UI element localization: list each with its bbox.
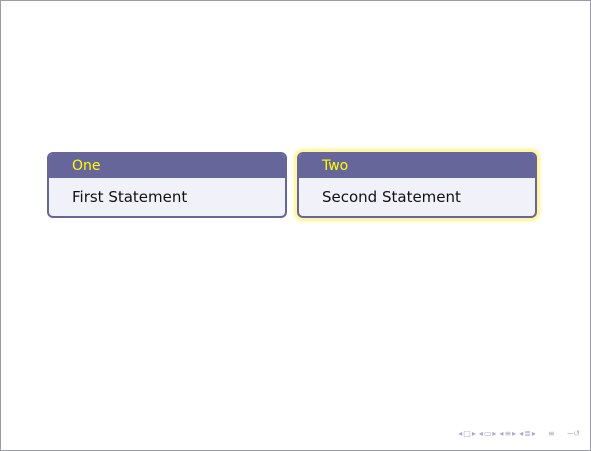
prev-arrow-icon[interactable]: ◂ bbox=[479, 429, 483, 438]
block-body: Second Statement bbox=[322, 188, 461, 206]
next-arrow-icon[interactable]: ▸ bbox=[512, 429, 516, 438]
slide-nav-group[interactable]: ◂ □ ▸ bbox=[458, 429, 476, 438]
search-icon[interactable]: ∽↺ bbox=[567, 429, 580, 438]
block-two: Two Second Statement bbox=[297, 152, 537, 218]
block-title: One bbox=[49, 154, 285, 178]
block-body: First Statement bbox=[72, 188, 188, 206]
prev-arrow-icon[interactable]: ◂ bbox=[499, 429, 503, 438]
next-arrow-icon[interactable]: ▸ bbox=[472, 429, 476, 438]
align-icon[interactable]: ≡ bbox=[548, 429, 555, 438]
beamer-navigation: ◂ □ ▸ ◂ ▭ ▸ ◂ ≡ ▸ ◂ ≣ ▸ ≡ ∽↺ bbox=[458, 429, 580, 438]
frame-nav-icon[interactable]: ▭ bbox=[484, 429, 492, 438]
next-arrow-icon[interactable]: ▸ bbox=[492, 429, 496, 438]
prev-arrow-icon[interactable]: ◂ bbox=[458, 429, 462, 438]
block-one: One First Statement bbox=[47, 152, 287, 218]
frame-nav-group[interactable]: ◂ ▭ ▸ bbox=[479, 429, 497, 438]
next-arrow-icon[interactable]: ▸ bbox=[532, 429, 536, 438]
slide: One First Statement Two Second Statement… bbox=[0, 0, 591, 451]
subsection-nav-icon[interactable]: ≡ bbox=[504, 429, 511, 438]
section-nav-group[interactable]: ◂ ≣ ▸ bbox=[519, 429, 536, 438]
blocks-row: One First Statement Two Second Statement bbox=[47, 152, 537, 218]
slide-nav-icon[interactable]: □ bbox=[463, 429, 471, 438]
prev-arrow-icon[interactable]: ◂ bbox=[519, 429, 523, 438]
block-title: Two bbox=[299, 154, 535, 178]
section-nav-icon[interactable]: ≣ bbox=[524, 429, 531, 438]
subsection-nav-group[interactable]: ◂ ≡ ▸ bbox=[499, 429, 516, 438]
